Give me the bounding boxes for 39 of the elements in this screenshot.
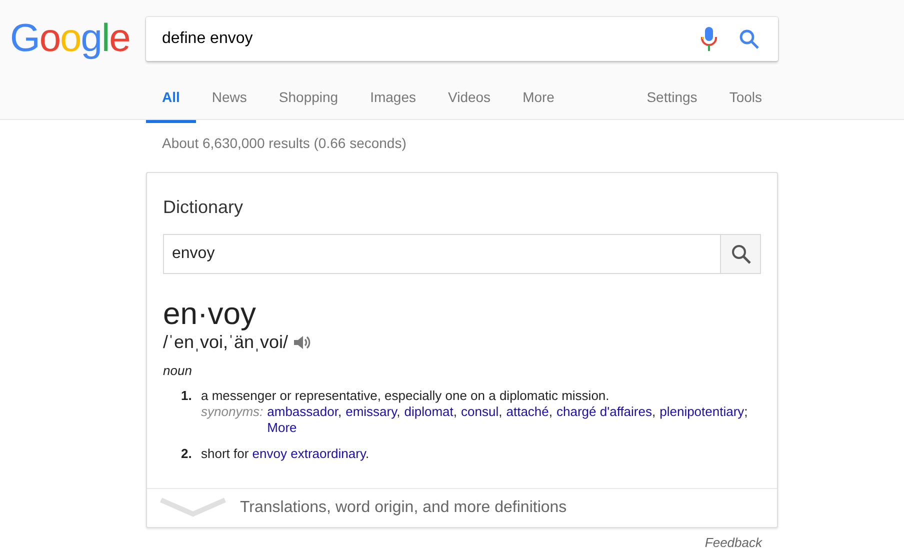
definition-number: 1. [181, 388, 193, 405]
speaker-icon[interactable] [294, 335, 312, 350]
search-icon[interactable] [739, 29, 759, 49]
search-bar[interactable]: define envoy [146, 17, 778, 61]
definition-text: a messenger or representative, especially one on a diplomatic mission. [201, 388, 610, 404]
pronunciation: /ˈenˌvoi,ˈänˌvoi/ [163, 332, 288, 353]
tab[interactable]: Videos [432, 77, 507, 123]
synonym-link[interactable]: plenipotentiary; [660, 404, 748, 420]
google-logo[interactable]: Google [10, 17, 128, 61]
search-icon [730, 244, 750, 264]
headword: en·voy [163, 296, 258, 332]
synonym-link[interactable]: emissary, [346, 404, 400, 420]
search-field[interactable]: define envoy [146, 29, 701, 49]
expand-bar[interactable]: Translations, word origin, and more definitions [147, 488, 777, 527]
tab[interactable]: Shopping [262, 77, 354, 123]
chevron-icon [160, 497, 226, 519]
tab[interactable]: More [506, 77, 570, 123]
card-title: Dictionary [163, 197, 244, 218]
synonyms-label: synonyms: [201, 404, 264, 421]
tab[interactable]: Images [354, 77, 432, 123]
definition-link[interactable]: envoy extraordinary [252, 446, 366, 461]
synonym-link[interactable]: chargé d'affaires, [556, 404, 656, 420]
tool-link[interactable]: Settings [630, 77, 714, 123]
result-count: About 6,630,000 results (0.66 seconds) [161, 134, 408, 153]
synonym-link[interactable]: consul, [461, 404, 502, 420]
feedback-link[interactable]: Feedback [704, 535, 762, 550]
part-of-speech: noun [163, 363, 193, 378]
more-link[interactable]: More [267, 420, 297, 436]
microphone-icon[interactable] [701, 27, 717, 51]
definition-text: short for envoy extraordinary. [201, 446, 370, 462]
synonym-link[interactable]: ambassador, [267, 404, 342, 420]
synonym-link[interactable]: diplomat, [404, 404, 458, 420]
tab[interactable]: News [196, 77, 263, 123]
synonym-link[interactable]: attaché, [506, 404, 553, 420]
definition-number: 2. [181, 446, 193, 462]
tab[interactable]: All [146, 77, 196, 123]
tool-link[interactable]: Tools [713, 77, 778, 123]
search-button[interactable] [721, 234, 761, 274]
dictionary-search-field[interactable]: envoy [163, 234, 721, 274]
